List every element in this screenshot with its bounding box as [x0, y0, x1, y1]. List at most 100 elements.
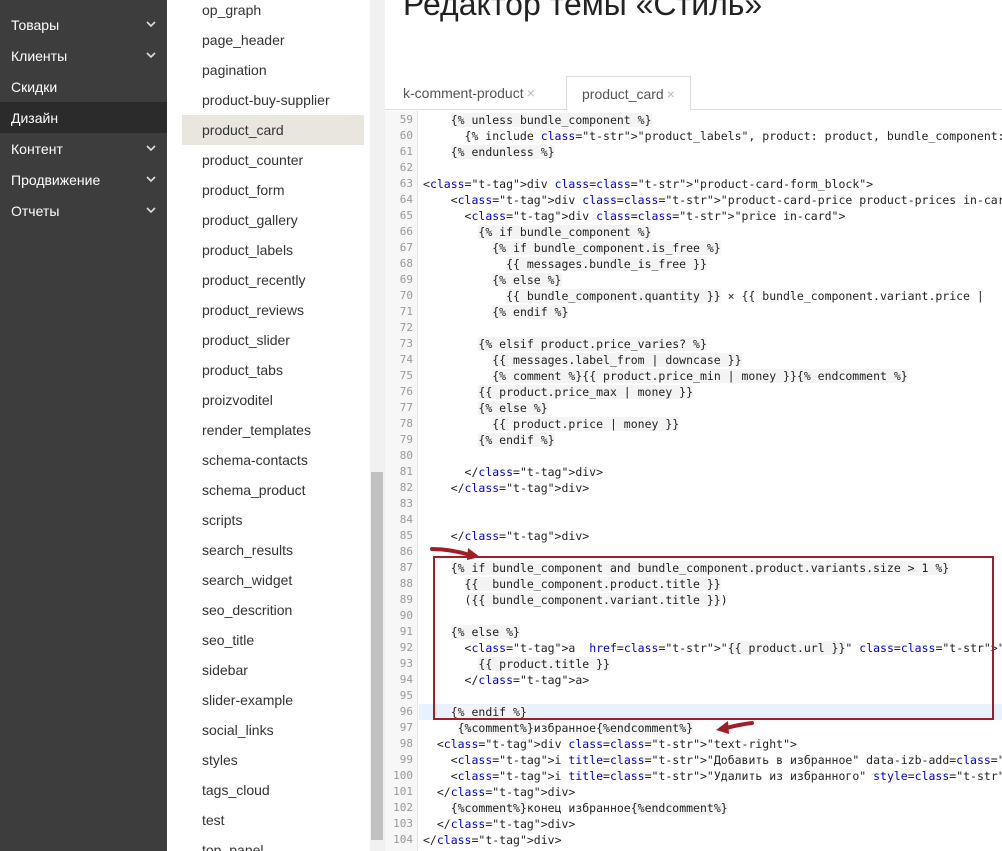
sidebar-item-label: Клиенты [11, 47, 68, 64]
file-item[interactable]: styles [182, 745, 364, 775]
sidebar-item[interactable]: Продвижение [0, 164, 167, 195]
code-line[interactable]: {% else %} [423, 272, 562, 288]
file-item[interactable]: tags_cloud [182, 775, 364, 805]
code-line[interactable]: {% if bundle_component %} [423, 224, 652, 240]
line-number: 82 [399, 481, 413, 494]
code-line[interactable]: <class="t-tag">i title=class="t-str">"До… [423, 752, 1002, 768]
sidebar-item[interactable]: Товары [0, 9, 167, 40]
file-item[interactable]: product_labels [182, 235, 364, 265]
code-line[interactable]: {% comment %}{{ product.price_min | mone… [423, 368, 908, 384]
file-item[interactable]: product_form [182, 175, 364, 205]
sidebar-item-label: Товары [11, 16, 60, 33]
close-icon[interactable]: × [667, 86, 675, 102]
file-item[interactable]: product_recently [182, 265, 364, 295]
code-line[interactable]: {% endif %} [423, 304, 569, 320]
line-number: 96 [399, 705, 413, 718]
file-item[interactable]: search_widget [182, 565, 364, 595]
code-line[interactable]: <class="t-tag">div class=class="t-str">"… [423, 736, 797, 752]
code-line[interactable]: </class="t-tag">div> [423, 816, 576, 832]
file-item[interactable]: slider-example [182, 685, 364, 715]
file-item[interactable]: seo_descrition [182, 595, 364, 625]
sidebar-item-label: Контент [11, 140, 63, 157]
code-line[interactable]: </class="t-tag">div> [423, 832, 562, 848]
code-line[interactable]: <class="t-tag">a href=class="t-str">"{{ … [423, 640, 1002, 656]
line-number: 100 [393, 769, 413, 782]
file-item[interactable]: product_reviews [182, 295, 364, 325]
file-item[interactable]: scripts [182, 505, 364, 535]
code-editor[interactable]: 59 60 61 62 63 64 65 66 67 68 69 70 71 72 73 74 75 76 77 78… [385, 111, 1002, 851]
file-item[interactable]: page_header [182, 25, 364, 55]
code-line[interactable]: {% if bundle_component.is_free %} [423, 240, 721, 256]
file-item[interactable]: social_links [182, 715, 364, 745]
file-item[interactable]: sidebar [182, 655, 364, 685]
code-line[interactable]: {% else %} [423, 400, 548, 416]
close-icon[interactable]: × [527, 85, 535, 101]
code-line[interactable]: <class="t-tag">div class=class="t-str">"… [423, 192, 1002, 208]
template-file-list: op_graph page_header pagination product-buy… [167, 0, 370, 851]
file-item[interactable]: product_gallery [182, 205, 364, 235]
code-line[interactable]: {{ product.title }} [423, 656, 610, 672]
file-item[interactable]: product_tabs [182, 355, 364, 385]
chevron-down-icon [145, 204, 157, 216]
line-number: 103 [393, 817, 413, 830]
line-number: 83 [399, 497, 413, 510]
code-line[interactable]: <class="t-tag">div class=class="t-str">"… [423, 208, 846, 224]
chevron-down-icon [145, 18, 157, 30]
code-line[interactable]: {%comment%}избранное{%endcomment%} [423, 720, 694, 736]
code-line[interactable]: {{ product.price | money }} [423, 416, 680, 432]
file-item[interactable]: proizvoditel [182, 385, 364, 415]
tab-product-card[interactable]: product_card × [566, 76, 691, 111]
code-line[interactable]: {%comment%}конец избранное{%endcomment%} [423, 800, 728, 816]
file-item[interactable]: search_results [182, 535, 364, 565]
code-line[interactable]: {% elsif product.price_varies? %} [423, 336, 707, 352]
code-line[interactable]: </class="t-tag">div> [423, 784, 576, 800]
sidebar-item[interactable]: Дизайн [0, 102, 167, 133]
code-line[interactable]: <class="t-tag">i title=class="t-str">"Уд… [423, 768, 1002, 784]
file-list-scrollbar-thumb[interactable] [371, 472, 383, 840]
code-line[interactable]: {{ bundle_component.quantity }} × {{ bun… [423, 288, 984, 304]
code-line[interactable]: </class="t-tag">div> [423, 464, 604, 480]
sidebar-item-label: Отчеты [11, 202, 60, 219]
code-line[interactable]: {{ bundle_component.product.title }} [423, 576, 721, 592]
sidebar-item[interactable]: Скидки [0, 71, 167, 102]
tab-k-comment-product[interactable]: k-comment-product × [403, 76, 535, 110]
code-line[interactable]: </class="t-tag">div> [423, 480, 590, 496]
file-item[interactable]: op_graph [182, 0, 364, 25]
line-number: 69 [399, 273, 413, 286]
line-number: 59 [399, 113, 413, 126]
code-line[interactable]: ({{ bundle_component.variant.title }}) [423, 592, 728, 608]
code-line[interactable]: {% endunless %} [423, 144, 555, 160]
code-line[interactable]: {% if bundle_component and bundle_compon… [423, 560, 950, 576]
code-line[interactable]: <class="t-tag">div class=class="t-str">"… [423, 176, 873, 192]
code-line[interactable]: {% endif %} [423, 704, 527, 720]
code-line[interactable]: {% include class="t-str">"product_labels… [423, 128, 1002, 144]
file-item[interactable]: render_templates [182, 415, 364, 445]
file-item[interactable]: top_panel [182, 835, 364, 851]
line-number: 95 [399, 689, 413, 702]
code-line[interactable]: {% unless bundle_component %} [423, 112, 652, 128]
code-line[interactable]: </class="t-tag">div> [423, 528, 590, 544]
code-line[interactable]: {% else %} [423, 624, 520, 640]
sidebar-item[interactable]: Отчеты [0, 195, 167, 226]
code-line[interactable]: {{ product.price_max | money }} [423, 384, 694, 400]
code-line[interactable]: {{ messages.bundle_is_free }} [423, 256, 707, 272]
file-item[interactable]: schema_product [182, 475, 364, 505]
sidebar-item[interactable]: Клиенты [0, 40, 167, 71]
line-number-gutter: 59 60 61 62 63 64 65 66 67 68 69 70 71 72 73 74 75 76 77 78… [385, 111, 418, 851]
file-item[interactable]: seo_title [182, 625, 364, 655]
file-item[interactable]: schema-contacts [182, 445, 364, 475]
file-item[interactable]: product-buy-supplier [182, 85, 364, 115]
code-line[interactable]: {{ messages.label_from | downcase }} [423, 352, 742, 368]
line-number: 60 [399, 129, 413, 142]
file-item[interactable]: product_slider [182, 325, 364, 355]
code-line[interactable]: </class="t-tag">a> [423, 672, 590, 688]
file-item[interactable]: test [182, 805, 364, 835]
sidebar-item[interactable]: Контент [0, 133, 167, 164]
line-number: 68 [399, 257, 413, 270]
editor-tabs: k-comment-product × product_card × [385, 76, 1002, 111]
line-number: 76 [399, 385, 413, 398]
file-item[interactable]: pagination [182, 55, 364, 85]
file-item[interactable]: product_card [182, 115, 364, 145]
code-line[interactable]: {% endif %} [423, 432, 555, 448]
file-item[interactable]: product_counter [182, 145, 364, 175]
